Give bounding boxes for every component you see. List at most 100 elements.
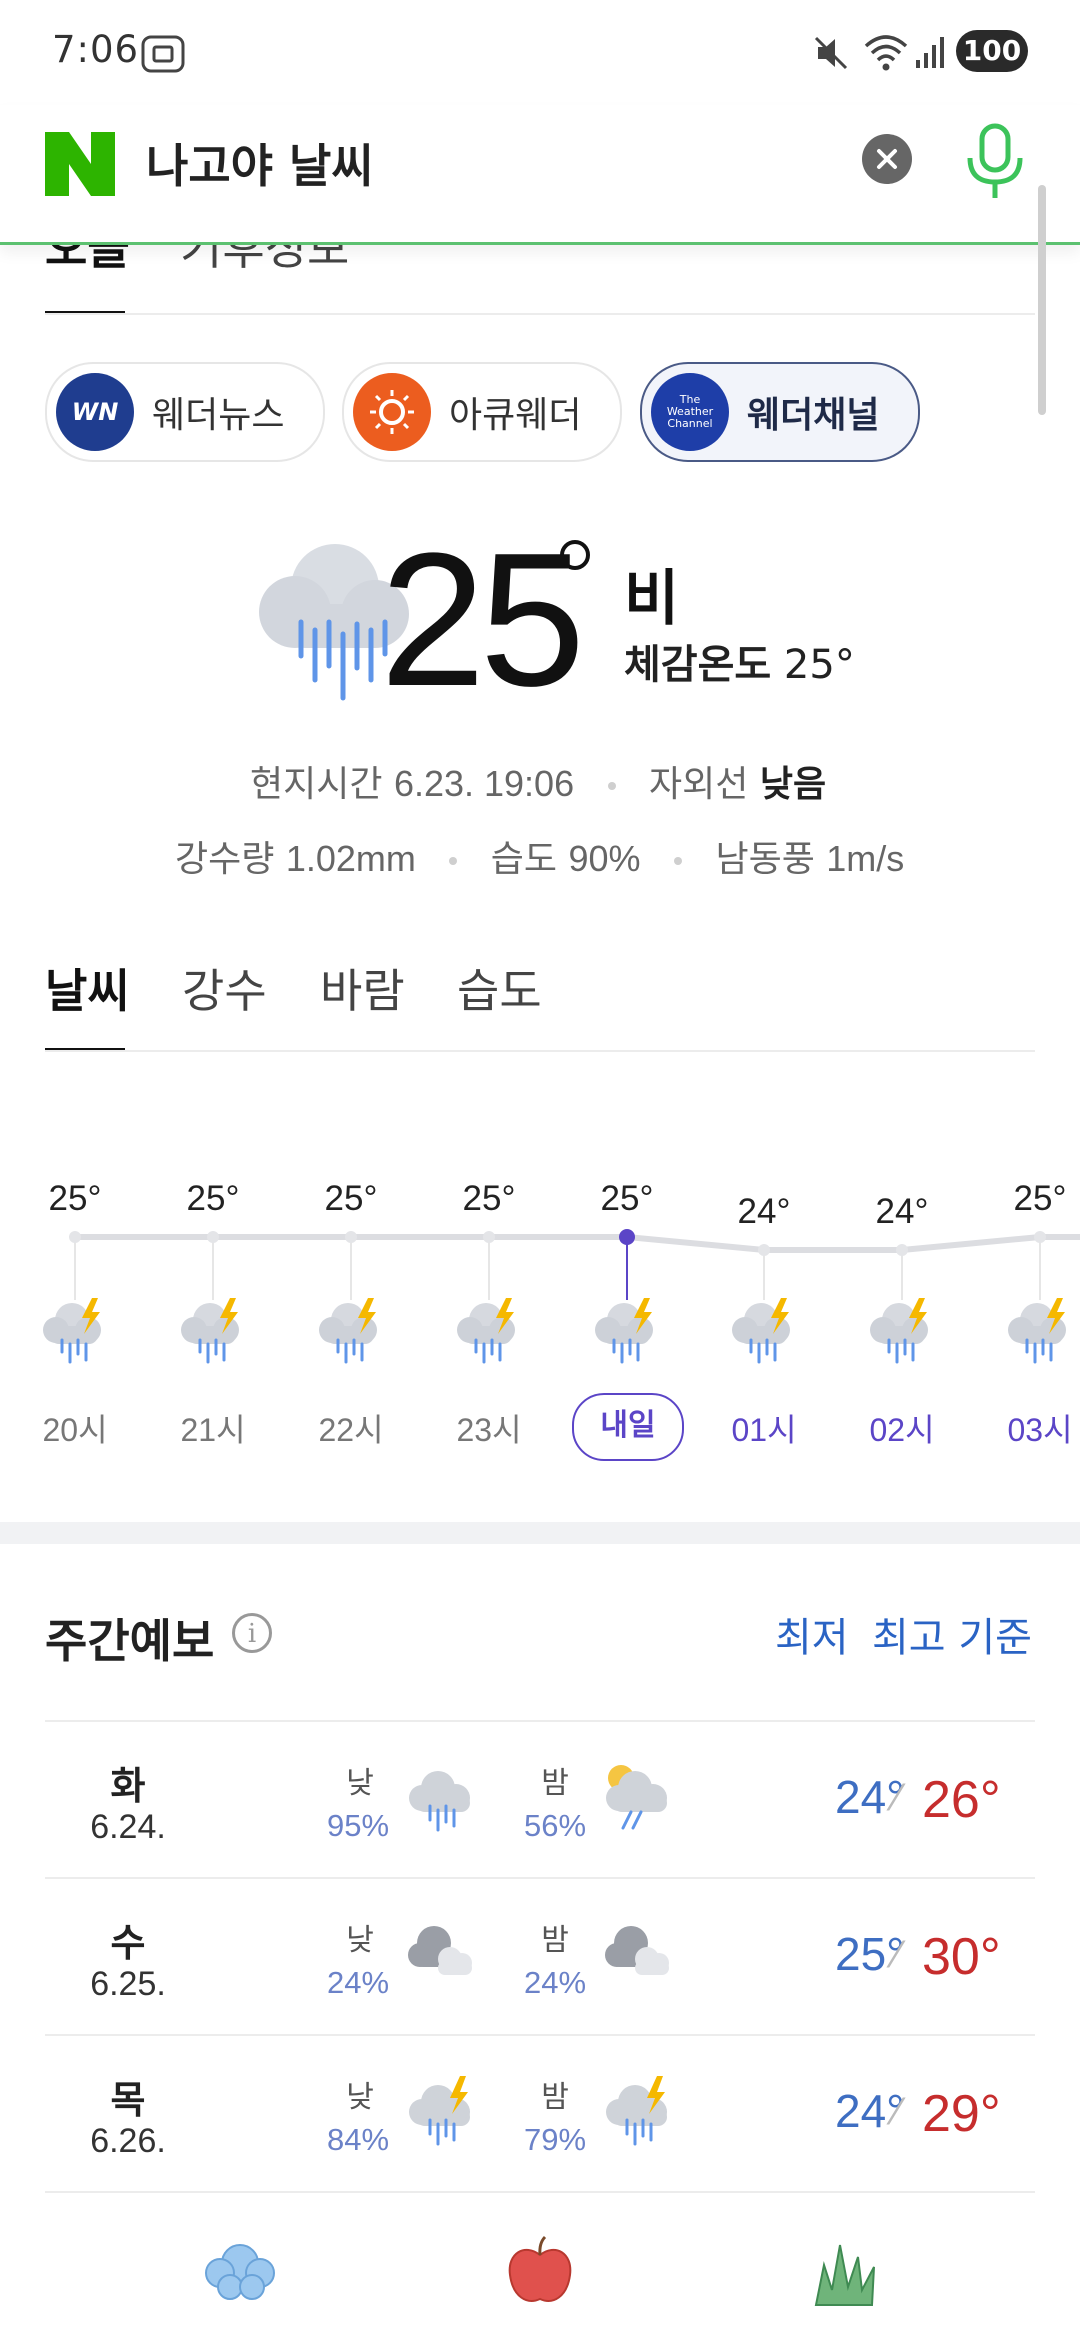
status-time: 7:06 xyxy=(52,28,140,71)
tab-divider xyxy=(45,1050,1035,1052)
hour-point xyxy=(619,1229,635,1245)
hour-temperature: 24° xyxy=(737,1192,791,1231)
hour-temperature: 25° xyxy=(324,1179,378,1218)
weekly-forecast-title: 주간예보 xyxy=(45,1614,215,1668)
tab-precipitation[interactable]: 강수 xyxy=(182,955,267,1021)
weathernews-logo-icon: WN xyxy=(56,373,134,451)
hour-point xyxy=(758,1244,770,1256)
source-weather-channel[interactable]: The Weather Channel 웨더채널 xyxy=(640,362,920,462)
thunderstorm-icon xyxy=(181,1298,239,1364)
hour-temperature: 25° xyxy=(462,1179,516,1218)
sort-by-low[interactable]: 최저 xyxy=(775,1605,849,1663)
uv-value: 낮음 xyxy=(759,764,827,805)
status-bar: 7:06 100 xyxy=(0,0,1080,105)
local-time-label: 현지시간 xyxy=(250,764,383,805)
hour-point xyxy=(69,1231,81,1243)
separator-dot xyxy=(607,782,616,790)
hour-temperature: 25° xyxy=(1013,1179,1067,1218)
wind-value: 1m/s xyxy=(826,838,905,879)
hour-label: 02시 xyxy=(869,1412,935,1448)
section-divider xyxy=(0,1522,1080,1544)
night-precip-chance: 24% xyxy=(523,1965,587,2000)
battery-indicator: 100 xyxy=(956,30,1028,72)
temp-separator: ⁄ xyxy=(893,1935,900,1976)
night-label: 밤 xyxy=(541,1766,569,1801)
info-line-1: 현지시간 6.23. 19:06 자외선 낮음 xyxy=(250,755,826,807)
daytime-label: 낮 xyxy=(346,2080,374,2115)
close-icon xyxy=(877,149,897,169)
cloudy-icon xyxy=(408,1926,472,1975)
naver-logo-icon[interactable] xyxy=(45,132,115,196)
hour-point xyxy=(207,1231,219,1243)
signal-icon xyxy=(916,37,944,68)
hour-label: 23시 xyxy=(456,1412,522,1448)
uv-label: 자외선 xyxy=(649,764,749,805)
tomorrow-badge: 내일 xyxy=(572,1393,684,1461)
grass-icon[interactable] xyxy=(810,2235,880,2310)
moon-rain-cloud-icon xyxy=(606,1765,667,1830)
thunderstorm-icon xyxy=(409,2076,470,2146)
degree-symbol xyxy=(560,540,590,570)
rain-cloud-icon xyxy=(409,1771,470,1832)
cloud-icon[interactable] xyxy=(200,2235,280,2305)
source-label: 웨더채널 xyxy=(747,395,880,436)
clear-search-button[interactable] xyxy=(862,134,912,184)
daytime-label: 낮 xyxy=(346,1923,374,1958)
thunderstorm-icon xyxy=(732,1298,790,1364)
date: 6.26. xyxy=(90,2122,166,2160)
thunderstorm-icon xyxy=(457,1298,515,1364)
current-condition: 비 xyxy=(624,564,680,634)
night-label: 밤 xyxy=(541,1923,569,1958)
apple-icon[interactable] xyxy=(505,2235,575,2310)
voice-search-button[interactable] xyxy=(960,122,1030,202)
local-time: 6.23. 19:06 xyxy=(393,763,575,804)
weekday: 화 xyxy=(110,1764,146,1808)
temperature-trend-path xyxy=(75,1234,1080,1253)
thunderstorm-icon xyxy=(1008,1298,1066,1364)
sort-by-high[interactable]: 최고 기준 xyxy=(872,1605,1032,1663)
thunderstorm-icon xyxy=(319,1298,377,1364)
tab-humidity[interactable]: 습도 xyxy=(457,955,542,1021)
hour-temperature: 25° xyxy=(186,1179,240,1218)
feels-like: 체감온도 25° xyxy=(624,632,855,690)
search-query[interactable]: 나고야 날씨 xyxy=(146,130,374,196)
wifi-icon xyxy=(864,35,908,71)
scrollbar[interactable] xyxy=(1038,185,1046,415)
info-icon[interactable]: i xyxy=(232,1613,272,1653)
source-accuweather[interactable]: 아큐웨더 xyxy=(342,362,622,462)
hour-point xyxy=(483,1231,495,1243)
microphone-icon xyxy=(967,123,1023,198)
tab-wind[interactable]: 바람 xyxy=(320,955,405,1021)
high-temperature: 30° xyxy=(922,1928,1001,1986)
separator-dot xyxy=(449,857,458,865)
humidity-label: 습도 xyxy=(490,839,558,880)
temp-separator: ⁄ xyxy=(893,2092,900,2133)
hour-label: 03시 xyxy=(1007,1412,1073,1448)
hour-label: 20시 xyxy=(42,1412,108,1448)
weekday: 수 xyxy=(110,1921,146,1965)
weekday: 목 xyxy=(110,2078,146,2122)
source-weathernews[interactable]: WN 웨더뉴스 xyxy=(45,362,325,462)
thunderstorm-icon xyxy=(43,1298,101,1364)
night-precip-chance: 56% xyxy=(523,1808,587,1843)
row-divider xyxy=(45,2191,1035,2193)
separator-dot xyxy=(674,857,682,865)
precip-label: 강수량 xyxy=(175,839,275,880)
source-label: 웨더뉴스 xyxy=(152,395,285,436)
high-temperature: 29° xyxy=(922,2085,1001,2143)
tab-weather[interactable]: 날씨 xyxy=(45,955,130,1021)
thunderstorm-icon xyxy=(595,1298,653,1364)
hour-temperature: 25° xyxy=(600,1179,654,1218)
hour-label: 01시 xyxy=(731,1412,797,1448)
high-temperature: 26° xyxy=(922,1771,1001,1829)
date: 6.24. xyxy=(90,1808,166,1846)
mute-icon xyxy=(814,36,848,70)
feels-like-value: 25° xyxy=(783,642,855,688)
row-divider xyxy=(45,2034,1035,2036)
hour-label: 21시 xyxy=(180,1412,246,1448)
temp-separator: ⁄ xyxy=(893,1778,900,1819)
precip-value: 1.02mm xyxy=(285,838,416,879)
row-divider xyxy=(45,1720,1035,1722)
weather-channel-logo-icon: The Weather Channel xyxy=(651,373,729,451)
cloudy-icon xyxy=(605,1926,669,1975)
